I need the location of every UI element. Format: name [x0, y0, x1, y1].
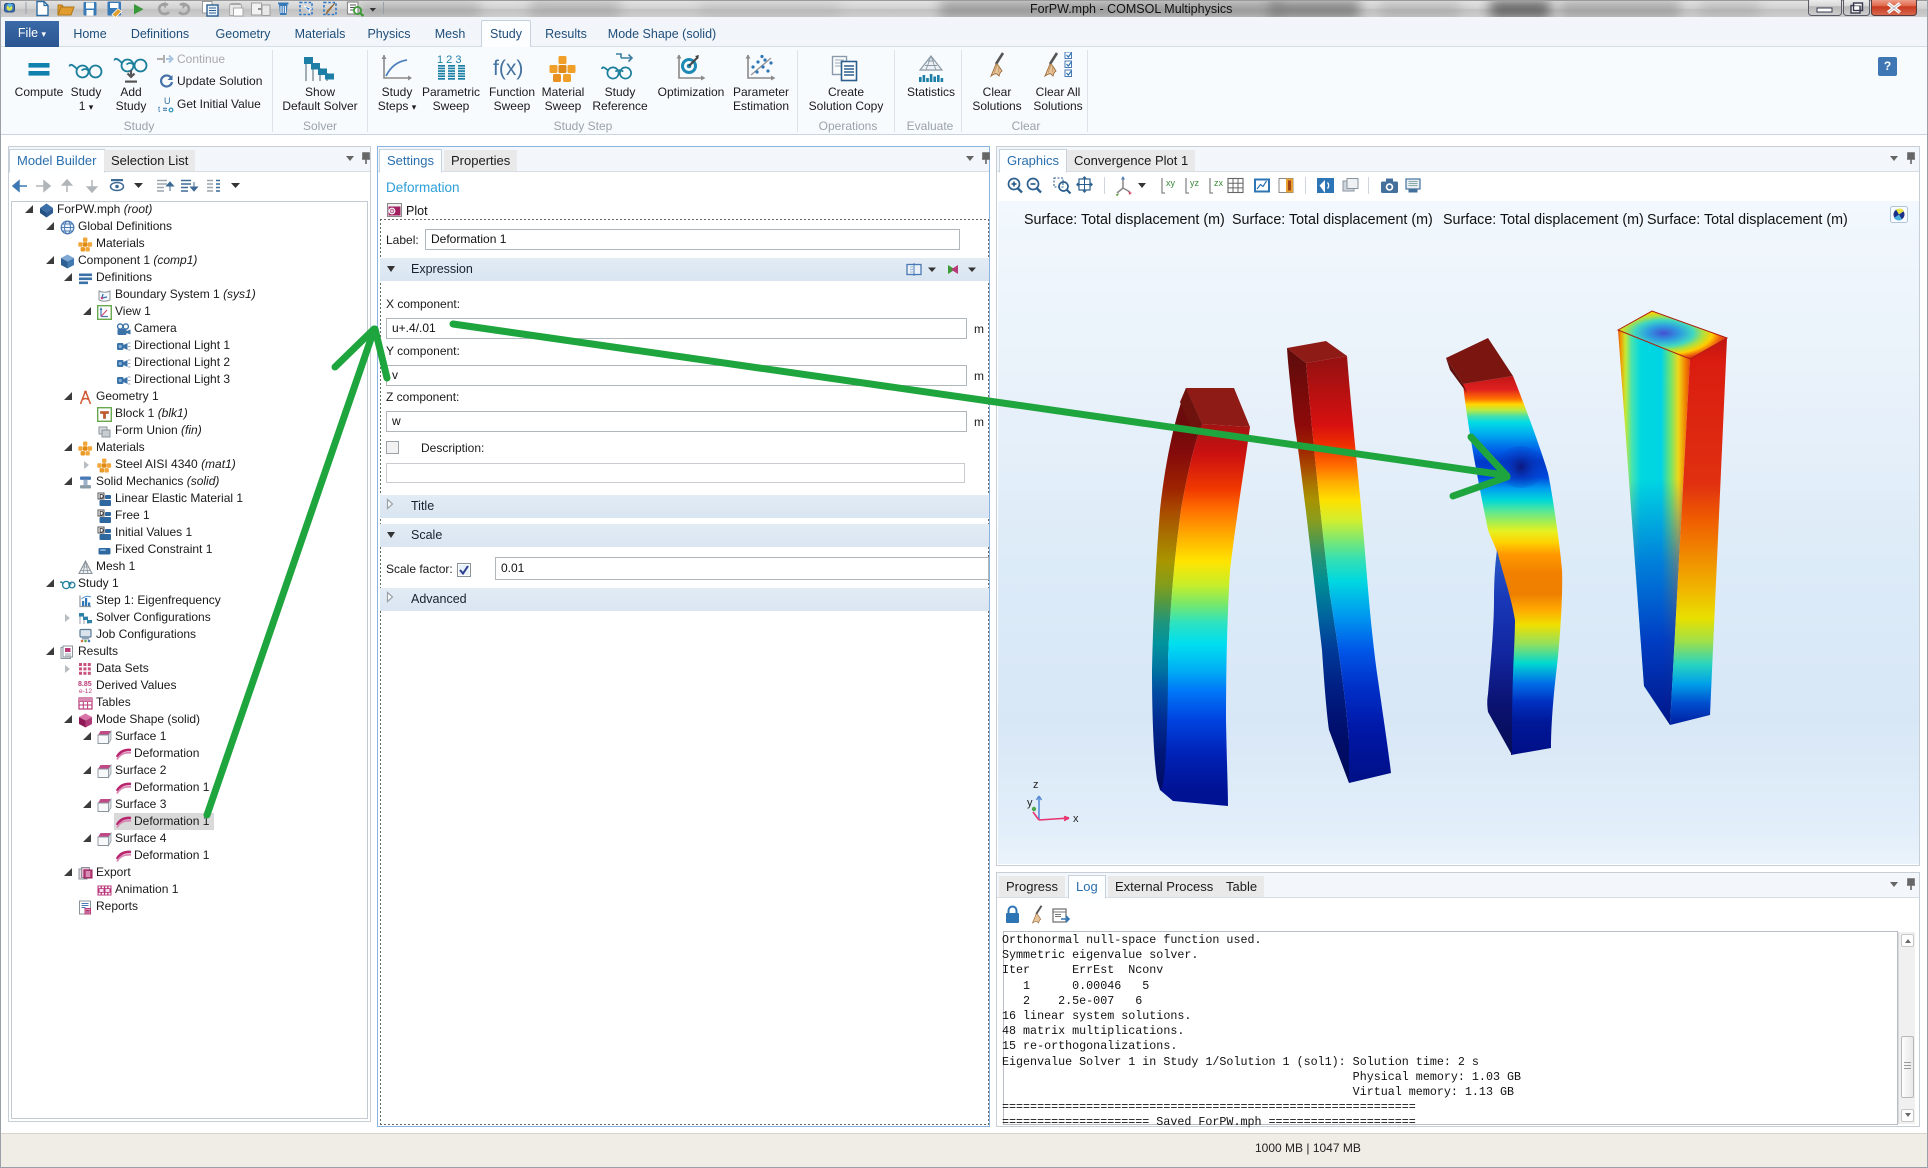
svg-text:D: D [99, 493, 104, 500]
svg-text:y: y [1027, 797, 1033, 809]
svg-text:1 2 3: 1 2 3 [437, 54, 461, 66]
svg-text:D: D [99, 527, 104, 534]
svg-text:D: D [99, 510, 104, 517]
svg-text:yz: yz [1190, 178, 1200, 188]
svg-text:f(x): f(x) [493, 57, 523, 80]
svg-text:zx: zx [1214, 178, 1224, 188]
svg-text:t: t [158, 105, 161, 114]
svg-text:z: z [1033, 779, 1039, 791]
svg-text:xy: xy [1166, 178, 1176, 188]
svg-text:U: U [164, 96, 171, 106]
svg-text:8.85: 8.85 [78, 681, 92, 688]
svg-text:x: x [1073, 813, 1079, 825]
